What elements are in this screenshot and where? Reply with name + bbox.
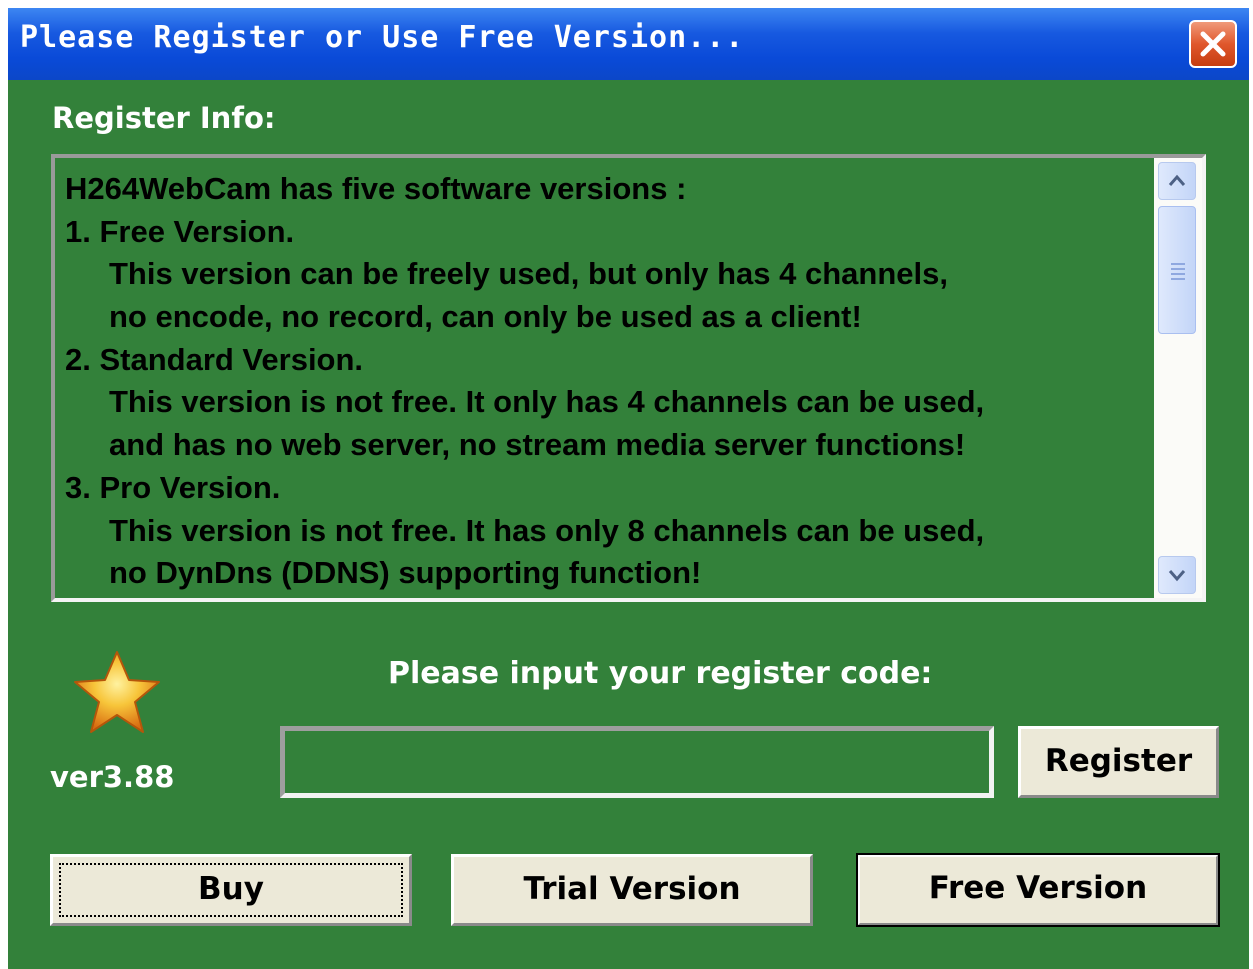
- chevron-up-icon: [1168, 174, 1186, 186]
- close-button[interactable]: [1189, 20, 1237, 68]
- register-info-label: Register Info:: [52, 101, 276, 135]
- info-line: no encode, no record, can only be used a…: [109, 299, 862, 335]
- register-dialog: Please Register or Use Free Version... R…: [8, 8, 1249, 969]
- info-line: 3. Pro Version.: [65, 469, 281, 505]
- scroll-up-button[interactable]: [1158, 162, 1196, 200]
- info-line: This version can be freely used, but onl…: [109, 256, 948, 292]
- trial-version-button[interactable]: Trial Version: [451, 854, 813, 926]
- buy-button[interactable]: Buy: [50, 854, 412, 926]
- info-line: H264WebCam has five software versions :: [65, 171, 687, 206]
- title-bar[interactable]: Please Register or Use Free Version...: [8, 8, 1249, 80]
- register-info-textarea[interactable]: H264WebCam has five software versions : …: [51, 154, 1206, 602]
- scroll-thumb[interactable]: [1158, 206, 1196, 334]
- scroll-down-button[interactable]: [1158, 556, 1196, 594]
- free-version-button[interactable]: Free Version: [856, 853, 1220, 927]
- info-line: 1. Free Version.: [65, 213, 295, 249]
- star-icon: [74, 651, 160, 733]
- info-line: and has no web server, no stream media s…: [109, 427, 966, 463]
- register-code-input[interactable]: [280, 726, 994, 798]
- register-button[interactable]: Register: [1018, 726, 1219, 798]
- register-info-text: H264WebCam has five software versions : …: [65, 168, 1150, 595]
- info-line: This version is not free. It only has 4 …: [109, 384, 985, 420]
- vertical-scrollbar[interactable]: [1154, 158, 1202, 598]
- version-label: ver3.88: [50, 760, 175, 794]
- grip-icon: [1171, 263, 1185, 283]
- focus-rectangle: [59, 863, 403, 917]
- info-line: This version is not free. It has only 8 …: [109, 512, 985, 548]
- info-line: no DynDns (DDNS) supporting function!: [109, 555, 702, 591]
- window-title: Please Register or Use Free Version...: [20, 20, 745, 55]
- close-icon: [1200, 31, 1226, 57]
- info-line: 2. Standard Version.: [65, 341, 364, 377]
- chevron-down-icon: [1168, 570, 1186, 582]
- register-code-prompt: Please input your register code:: [388, 656, 933, 691]
